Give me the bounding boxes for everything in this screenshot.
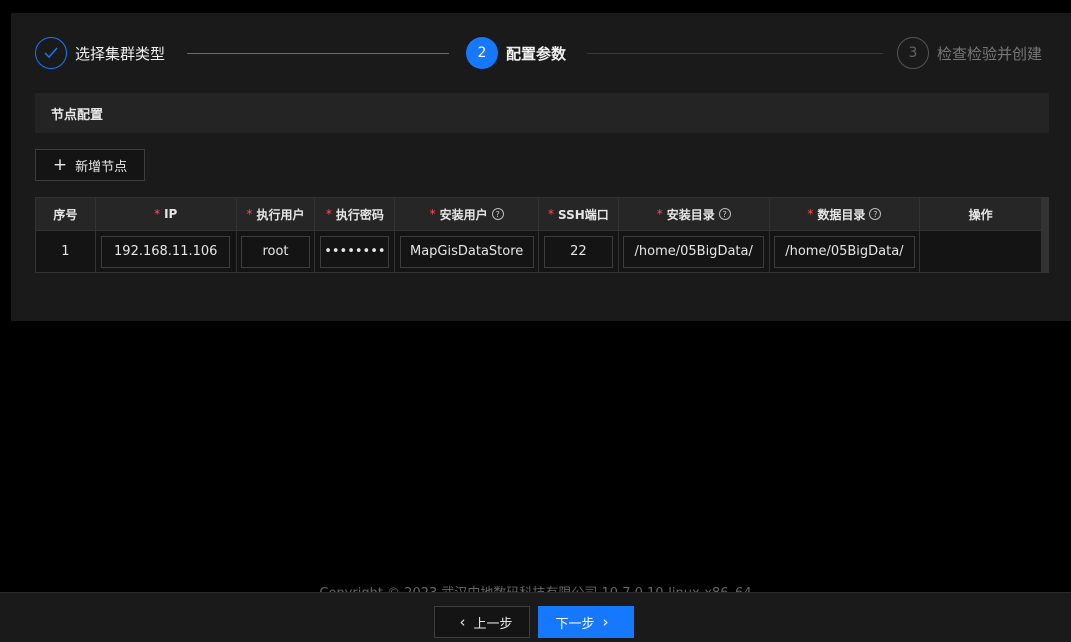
plus-icon: + [52, 154, 68, 175]
header-install-dir: * 安装目录? [618, 198, 770, 230]
header-ip: * IP [95, 198, 237, 230]
step-2: 2 配置参数 [466, 37, 566, 69]
section-title: 节点配置 [35, 93, 1049, 133]
row-actions [920, 230, 1043, 272]
step-3-title: 检查检验并创建 [937, 44, 1043, 63]
header-data-dir: * 数据目录? [769, 198, 921, 230]
next-step-label: 下一步 [555, 616, 595, 632]
table-scrollbar[interactable] [1042, 198, 1048, 230]
add-node-label: 新增节点 [75, 159, 128, 175]
step-3-number: 3 [897, 37, 929, 69]
step-2-number: 2 [466, 37, 498, 69]
header-ssh-port: * SSH端口 [539, 198, 619, 230]
add-node-button[interactable]: + 新增节点 [35, 149, 145, 181]
step-3: 3 检查检验并创建 [897, 37, 1042, 69]
step-1[interactable]: 选择集群类型 [35, 37, 165, 69]
step-connector-1 [187, 53, 449, 54]
step-connector-2 [587, 53, 883, 54]
exec-user-input[interactable]: root [241, 235, 311, 268]
header-exec-password: * 执行密码 [315, 198, 396, 230]
exec-password-input[interactable]: •••••••• [320, 235, 390, 268]
install-dir-input[interactable]: /home/05BigData/ [623, 235, 765, 268]
ip-input[interactable]: 192.168.11.106 [101, 235, 231, 268]
chevron-left-icon: ‹ [459, 613, 466, 631]
ssh-port-input[interactable]: 22 [543, 235, 613, 268]
prev-step-label: 上一步 [473, 616, 513, 632]
header-exec-user: * 执行用户 [236, 198, 316, 230]
next-step-button[interactable]: 下一步 › [538, 606, 634, 638]
data-dir-input[interactable]: /home/05BigData/ [773, 235, 915, 268]
header-install-user: * 安装用户? [395, 198, 539, 230]
steps-bar: 选择集群类型 2 配置参数 3 检查检验并创建 [35, 37, 1065, 69]
header-index: 序号 [36, 198, 96, 230]
footer-bar: ‹ 上一步 下一步 › [0, 592, 1071, 642]
header-actions: 操作 [920, 198, 1043, 230]
main-card: 选择集群类型 2 配置参数 3 检查检验并创建 节点配置 + 新增节点 序号 *… [11, 13, 1071, 321]
help-icon[interactable]: ? [869, 208, 882, 220]
table-row: 1 192.168.11.106 root •••••••• MapGisDat… [36, 230, 1048, 272]
help-icon[interactable]: ? [718, 208, 731, 220]
step-1-title: 选择集群类型 [75, 44, 166, 63]
node-table: 序号 * IP * 执行用户 * 执行密码 * 安装用户? * SSH端口 * 安装目录? … [35, 197, 1049, 273]
row-index: 1 [36, 230, 96, 272]
prev-step-button[interactable]: ‹ 上一步 [434, 606, 530, 638]
step-2-title: 配置参数 [506, 44, 567, 63]
install-user-input[interactable]: MapGisDataStore [399, 235, 534, 268]
table-header-row: 序号 * IP * 执行用户 * 执行密码 * 安装用户? * SSH端口 * 安装目录? … [36, 198, 1048, 230]
help-icon[interactable]: ? [491, 208, 504, 220]
chevron-right-icon: › [602, 613, 609, 631]
check-icon [35, 37, 67, 69]
